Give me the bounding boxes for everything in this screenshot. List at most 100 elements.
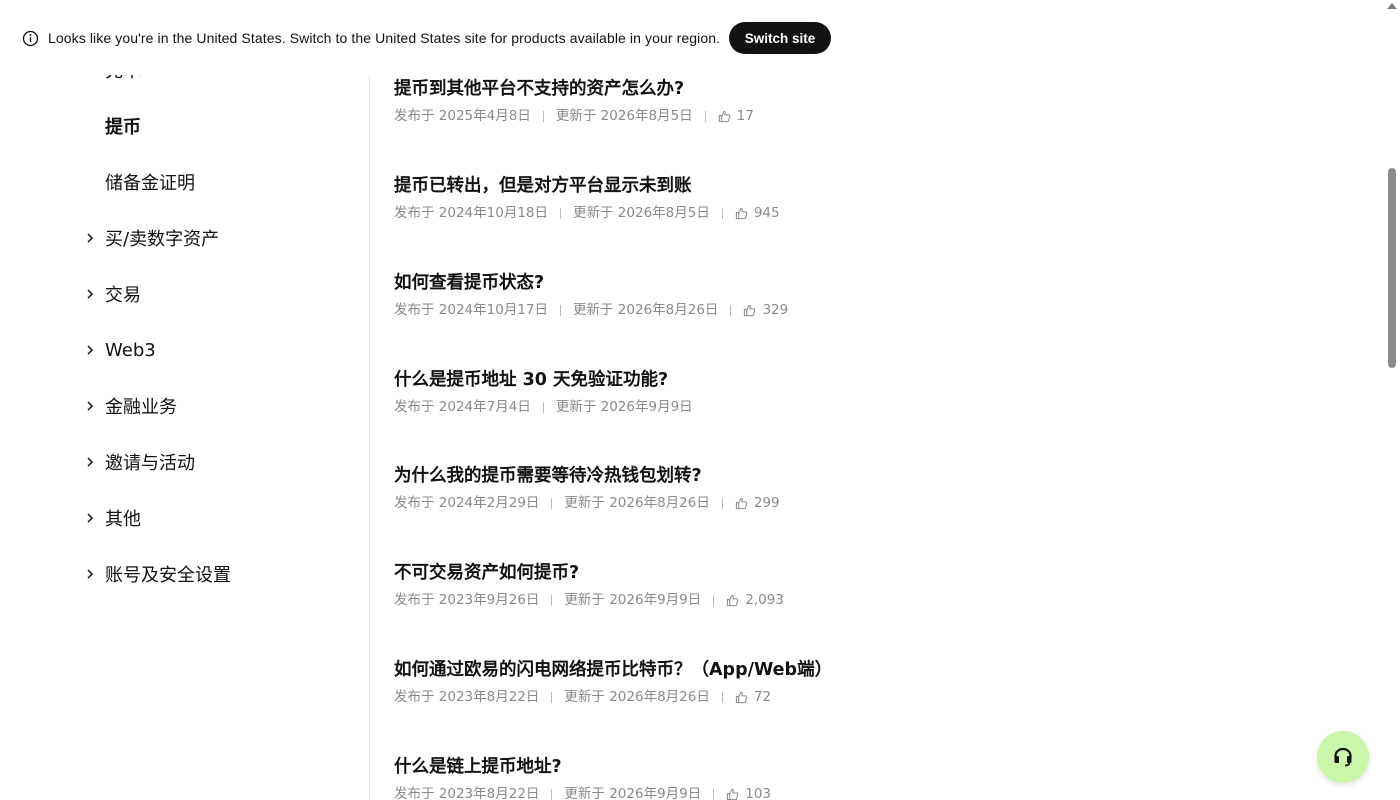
sidebar-item-other[interactable]: 其他 <box>84 502 141 534</box>
article-meta: 发布于 2023年9月26日 更新于 2026年9月9日 2,093 <box>394 591 1294 609</box>
meta-divider <box>551 691 553 703</box>
article-title-link[interactable]: 如何通过欧易的闪电网络提币比特币？（App/Web端） <box>394 658 1294 682</box>
published-date: 发布于 2024年2月29日 <box>394 495 540 511</box>
meta-divider <box>551 594 553 606</box>
updated-date: 更新于 2026年8月26日 <box>573 302 719 318</box>
meta-divider <box>704 110 706 122</box>
sidebar-item-label: 储备金证明 <box>105 173 195 194</box>
article-meta: 发布于 2024年7月4日 更新于 2026年9月9日 <box>394 398 1294 416</box>
published-date: 发布于 2023年9月26日 <box>394 592 540 608</box>
scrollbar-thumb[interactable] <box>1388 168 1396 368</box>
sidebar-item-withdraw[interactable]: 提币 <box>105 110 141 142</box>
list-item: 如何查看提币状态? 发布于 2024年10月17日 更新于 2026年8月26日… <box>394 271 1294 319</box>
thumbs-up-icon <box>744 304 756 316</box>
like-count: 72 <box>753 689 772 705</box>
meta-divider <box>542 110 544 122</box>
thumbs-up-icon <box>718 110 730 122</box>
updated-date: 更新于 2026年8月26日 <box>564 689 710 705</box>
page-scrollbar[interactable] <box>1384 0 1400 800</box>
list-item: 提币已转出，但是对方平台显示未到账 发布于 2024年10月18日 更新于 20… <box>394 174 1294 222</box>
meta-divider <box>551 497 553 509</box>
like-count: 299 <box>753 495 780 511</box>
article-title-link[interactable]: 提币到其他平台不支持的资产怎么办? <box>394 77 1294 101</box>
info-icon <box>22 30 39 47</box>
sidebar-item-account-security[interactable]: 账号及安全设置 <box>84 558 231 590</box>
meta-divider <box>721 207 723 219</box>
published-date: 发布于 2024年10月17日 <box>394 302 549 318</box>
sidebar-item-finance[interactable]: 金融业务 <box>84 390 177 422</box>
headset-icon <box>1334 747 1352 767</box>
list-item: 什么是提币地址 30 天免验证功能? 发布于 2024年7月4日 更新于 202… <box>394 368 1294 416</box>
like-count: 945 <box>753 205 780 221</box>
list-item: 提币到其他平台不支持的资产怎么办? 发布于 2025年4月8日 更新于 2026… <box>394 77 1294 125</box>
updated-date: 更新于 2026年8月26日 <box>564 495 710 511</box>
sidebar-item-label: 邀请与活动 <box>105 453 195 474</box>
meta-divider <box>730 304 732 316</box>
article-title-link[interactable]: 什么是链上提币地址? <box>394 755 1294 779</box>
switch-site-button[interactable]: Switch site <box>729 22 831 54</box>
category-sidebar: 充本 提币 储备金证明 买/卖数字资产 交易 Web3 金融业务 邀请与活动 <box>0 0 369 800</box>
meta-divider <box>551 788 553 800</box>
sidebar-item-buy-sell[interactable]: 买/卖数字资产 <box>84 222 219 254</box>
article-meta: 发布于 2024年2月29日 更新于 2026年8月26日 299 <box>394 494 1294 512</box>
published-date: 发布于 2023年8月22日 <box>394 689 540 705</box>
published-date: 发布于 2024年7月4日 <box>394 399 531 415</box>
list-item: 不可交易资产如何提币? 发布于 2023年9月26日 更新于 2026年9月9日… <box>394 561 1294 609</box>
like-count: 329 <box>762 302 789 318</box>
article-meta: 发布于 2024年10月17日 更新于 2026年8月26日 329 <box>394 301 1294 319</box>
article-title-link[interactable]: 不可交易资产如何提币? <box>394 561 1294 585</box>
updated-date: 更新于 2026年8月5日 <box>555 108 693 124</box>
region-banner: Looks like you're in the United States. … <box>0 0 1384 75</box>
updated-date: 更新于 2026年9月9日 <box>564 592 702 608</box>
list-item: 什么是链上提币地址? 发布于 2023年8月22日 更新于 2026年9月9日 … <box>394 755 1294 800</box>
chevron-right-icon <box>87 457 94 467</box>
thumbs-up-icon <box>735 207 748 219</box>
article-meta: 发布于 2025年4月8日 更新于 2026年8月5日 17 <box>394 107 1294 125</box>
thumbs-up-icon <box>727 788 739 800</box>
chevron-right-icon <box>87 233 94 243</box>
list-item: 为什么我的提币需要等待冷热钱包划转? 发布于 2024年2月29日 更新于 20… <box>394 464 1294 512</box>
thumbs-up-icon <box>735 497 748 509</box>
sidebar-item-web3[interactable]: Web3 <box>84 334 156 366</box>
article-title-link[interactable]: 为什么我的提币需要等待冷热钱包划转? <box>394 464 1294 488</box>
sidebar-item-trading[interactable]: 交易 <box>84 278 141 310</box>
updated-date: 更新于 2026年9月9日 <box>555 399 693 415</box>
article-meta: 发布于 2023年8月22日 更新于 2026年8月26日 72 <box>394 688 1294 706</box>
support-chat-button[interactable] <box>1317 731 1369 783</box>
region-message: Looks like you're in the United States. … <box>48 30 721 46</box>
sidebar-divider <box>369 75 370 800</box>
sidebar-item-label: 交易 <box>105 285 141 306</box>
published-date: 发布于 2025年4月8日 <box>394 108 531 124</box>
scroll-up-arrow-icon[interactable] <box>1387 3 1397 9</box>
published-date: 发布于 2024年10月18日 <box>394 205 549 221</box>
published-date: 发布于 2023年8月22日 <box>394 786 540 800</box>
like-count: 17 <box>736 108 754 124</box>
meta-divider <box>560 207 562 219</box>
sidebar-item-label: 买/卖数字资产 <box>105 229 220 250</box>
sidebar-item-invite-events[interactable]: 邀请与活动 <box>84 446 195 478</box>
article-title-link[interactable]: 提币已转出，但是对方平台显示未到账 <box>394 174 1294 198</box>
article-meta: 发布于 2024年10月18日 更新于 2026年8月5日 945 <box>394 204 1294 222</box>
sidebar-item-label: 账号及安全设置 <box>105 565 231 586</box>
sidebar-item-proof-of-reserves[interactable]: 储备金证明 <box>105 166 195 198</box>
meta-divider <box>721 497 723 509</box>
meta-divider <box>542 401 544 413</box>
sidebar-item-label: 其他 <box>105 509 141 530</box>
article-title-link[interactable]: 如何查看提币状态? <box>394 271 1294 295</box>
thumbs-up-icon <box>727 594 739 606</box>
chevron-right-icon <box>87 289 94 299</box>
chevron-right-icon <box>87 569 94 579</box>
sidebar-item-label: 提币 <box>105 117 141 138</box>
meta-divider <box>713 788 715 800</box>
chevron-right-icon <box>87 401 94 411</box>
updated-date: 更新于 2026年8月5日 <box>573 205 710 221</box>
updated-date: 更新于 2026年9月9日 <box>564 786 702 800</box>
like-count: 2,093 <box>745 592 784 608</box>
chevron-right-icon <box>87 513 94 523</box>
sidebar-item-label: 金融业务 <box>105 397 177 418</box>
sidebar-item-label: Web3 <box>105 339 156 361</box>
help-center-page: 充本 提币 储备金证明 买/卖数字资产 交易 Web3 金融业务 邀请与活动 <box>0 0 1400 800</box>
like-count: 103 <box>745 786 772 800</box>
article-title-link[interactable]: 什么是提币地址 30 天免验证功能? <box>394 368 1294 392</box>
thumbs-up-icon <box>735 691 748 703</box>
